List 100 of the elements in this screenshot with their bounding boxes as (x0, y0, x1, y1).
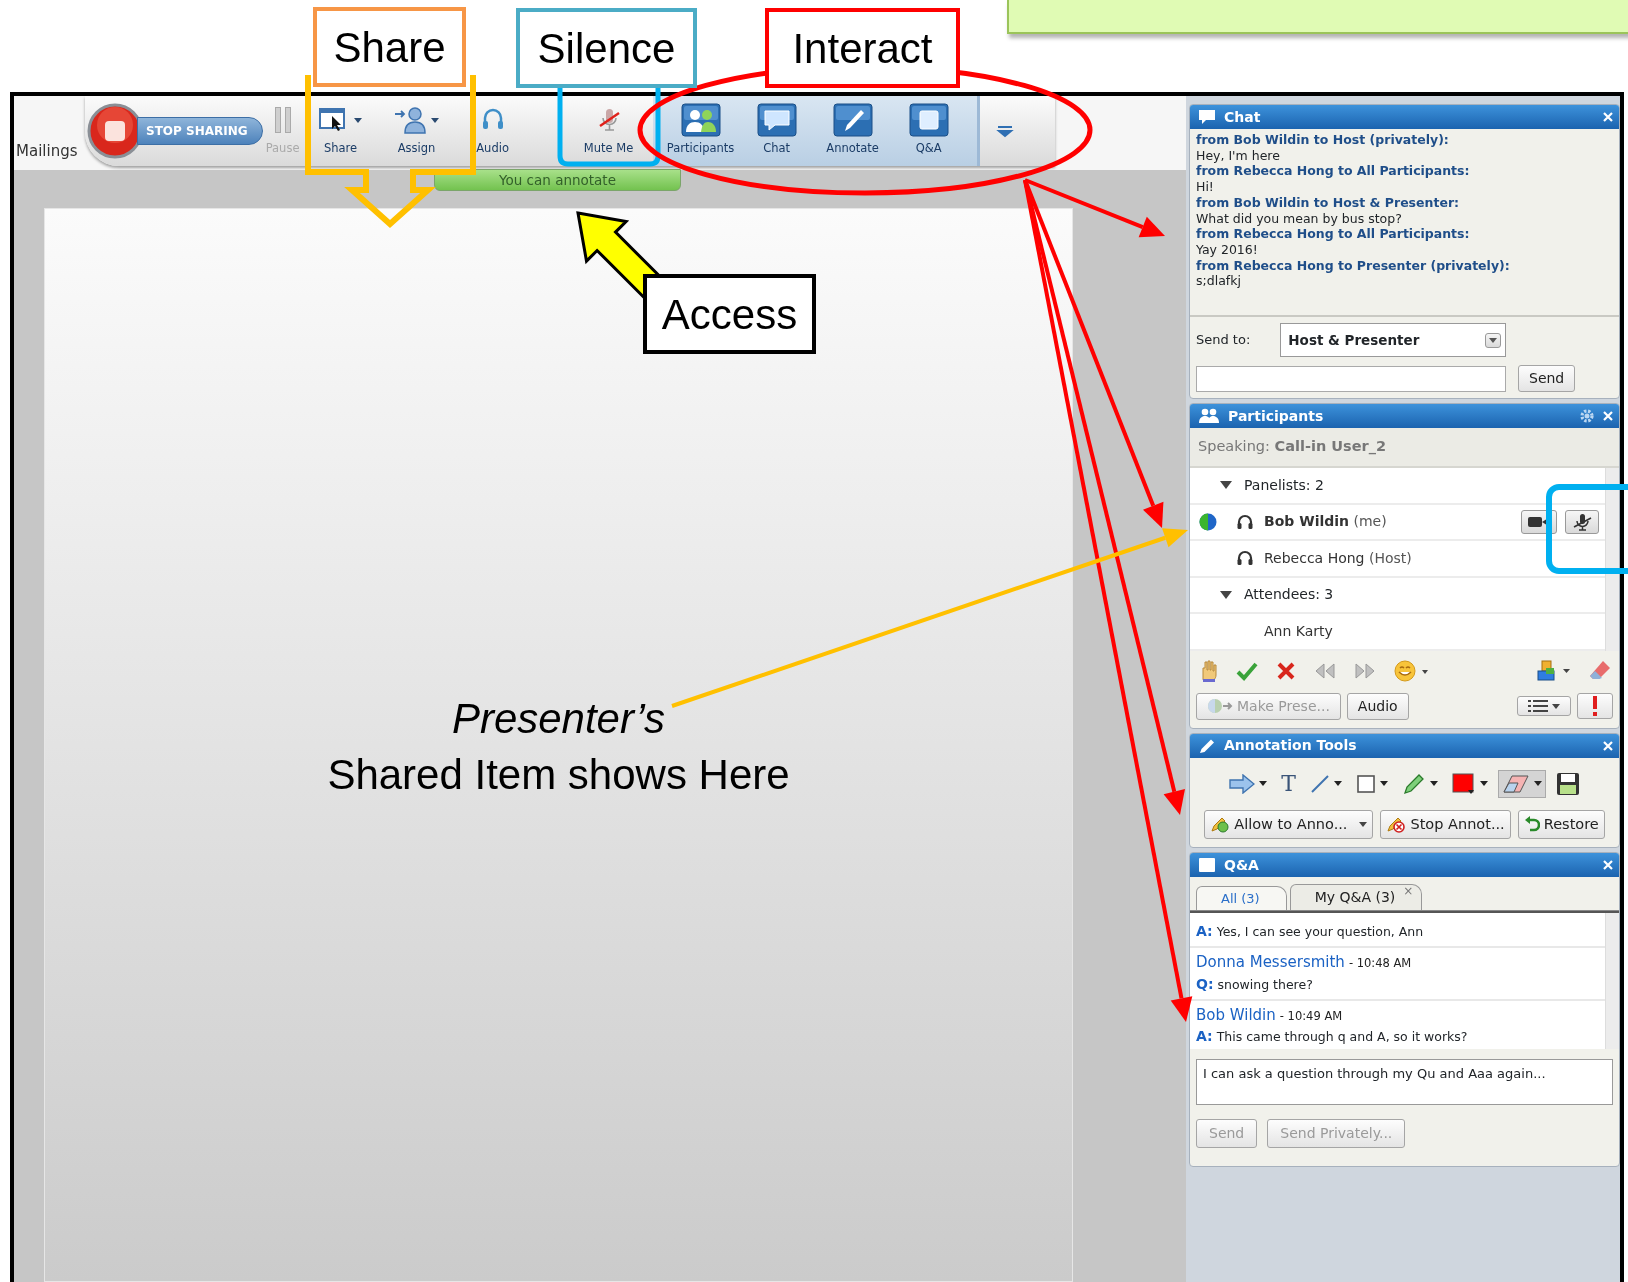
caption-title: Presenter’s (450, 694, 667, 744)
note-icon (1198, 857, 1216, 874)
list-button[interactable] (1517, 696, 1571, 716)
entry-type: A: (1196, 923, 1213, 940)
pen-icon (832, 103, 873, 138)
cross-icon[interactable] (1276, 660, 1296, 681)
send-button[interactable]: Send (1518, 365, 1576, 392)
chat-icon (1198, 109, 1216, 125)
toolbar-button[interactable]: Mute Me (570, 104, 647, 158)
alert-button[interactable] (1577, 693, 1613, 719)
callout-label: Share (313, 7, 466, 87)
question-field[interactable]: I can ask a question through my Qu and Aaa again... (1196, 1059, 1613, 1106)
check-icon[interactable] (1236, 660, 1258, 681)
annotation-tool[interactable]: T (1277, 768, 1300, 799)
close-icon[interactable] (1603, 411, 1613, 421)
close-icon[interactable] (1603, 112, 1613, 122)
mute-button[interactable] (1565, 509, 1599, 534)
microphone-icon (1572, 512, 1592, 531)
participant-name: Ann Karty (1264, 621, 1333, 641)
eraser-icon[interactable] (1589, 659, 1611, 682)
toolbar-button[interactable]: Chat (738, 104, 815, 158)
caret-icon (1379, 781, 1388, 786)
toolbar-button[interactable]: Share (302, 104, 379, 158)
caret-icon (1479, 781, 1488, 786)
message-sender: from Rebecca Hong to Presenter (privately): (1196, 257, 1511, 274)
action-button[interactable]: Audio (1346, 692, 1409, 720)
participant-name: Rebecca Hong (Host) (1264, 548, 1412, 568)
pen-icon (1198, 737, 1216, 754)
callout-label: Interact (765, 8, 960, 88)
annotation-button[interactable]: Stop Annot... (1380, 809, 1511, 840)
close-icon[interactable] (1603, 740, 1613, 751)
caret-icon (1259, 781, 1268, 786)
close-icon[interactable] (1603, 860, 1613, 871)
caret-icon (1359, 821, 1368, 827)
annotation-button[interactable]: Restore (1517, 809, 1605, 840)
people-icon (1198, 408, 1220, 424)
expand-icon[interactable] (1220, 481, 1232, 490)
expand-icon[interactable] (1220, 590, 1232, 599)
settings-icon[interactable] (1579, 408, 1595, 424)
eraser-icon (1501, 773, 1530, 794)
pencil-icon (1210, 815, 1231, 834)
entry-type: Q: (1196, 975, 1214, 992)
message-sender: from Bob Wildin to Host & Presenter: (1196, 194, 1461, 211)
square-icon (1355, 773, 1376, 794)
arrow-icon (1229, 773, 1256, 794)
message-text: Hi! (1196, 179, 1215, 195)
shapes-icon[interactable] (1537, 659, 1571, 682)
color-swatch-icon (1451, 772, 1476, 795)
toolbar-button[interactable]: Audio (454, 104, 531, 158)
scrollbar[interactable] (1605, 468, 1619, 651)
message-text: s;dlafkj (1196, 273, 1242, 290)
message-sender: from Rebecca Hong to All Participants: (1196, 226, 1471, 242)
caret-icon (1429, 781, 1438, 786)
speaking-status: Speaking: Call-in User_2 (1198, 437, 1386, 457)
recipient-dropdown[interactable]: Host & Presenter (1280, 323, 1507, 357)
caret-icon (1552, 703, 1560, 709)
entry-text: This came through q and A, so it works? (1216, 1029, 1468, 1045)
scrollbar[interactable] (1605, 913, 1619, 1050)
group-label: Attendees: 3 (1244, 585, 1334, 605)
caret-icon (1533, 781, 1542, 786)
message-text: What did you mean by bus stop? (1196, 210, 1403, 227)
callout-label: Access (643, 274, 816, 354)
participant-name: Bob Wildin (me) (1264, 512, 1387, 532)
line-icon (1309, 773, 1330, 794)
group-label: Panelists: 2 (1244, 475, 1324, 495)
field-label: Send to: (1196, 331, 1251, 350)
tab[interactable]: All (3) (1196, 885, 1287, 911)
notice-bar: You can annotate (434, 169, 681, 191)
entry-text: Yes, I can see your question, Ann (1216, 924, 1424, 940)
callout-label: Silence (516, 8, 697, 88)
timestamp: - 10:48 AM (1348, 956, 1412, 971)
people-icon (680, 103, 721, 138)
caret-icon (431, 117, 440, 123)
message-field[interactable] (1196, 365, 1506, 392)
entry-type: A: (1196, 1028, 1213, 1045)
toolbar-button[interactable]: Assign (378, 104, 455, 158)
smiley-icon[interactable] (1394, 659, 1428, 682)
toolbar-button[interactable]: Annotate (814, 104, 891, 158)
tab[interactable]: My Q&A (3) × (1289, 884, 1423, 911)
pencil-icon (1386, 815, 1407, 834)
caret-icon (1489, 337, 1498, 343)
overflow-icon[interactable] (995, 124, 1014, 138)
alert-icon (1592, 696, 1598, 716)
message-sender: from Bob Wildin to Host (privately): (1196, 132, 1450, 148)
caret-icon (1333, 781, 1342, 786)
close-button[interactable]: × (1403, 882, 1414, 901)
timestamp: - 10:49 AM (1279, 1008, 1343, 1023)
globe-icon (1207, 698, 1233, 714)
panel-title: Q&A (1224, 855, 1260, 875)
ribbon-tab[interactable]: Mailings (14, 139, 85, 170)
message-text: Yay 2016! (1196, 241, 1259, 258)
author-name: Donna Messersmith (1196, 953, 1345, 972)
panel-title: Participants (1228, 406, 1325, 426)
toolbar-button[interactable]: Participants (662, 104, 739, 158)
person-icon (394, 106, 429, 135)
list-icon (1528, 699, 1548, 713)
annotation-button[interactable]: Allow to Anno... (1204, 809, 1374, 840)
panel-title: Annotation Tools (1224, 736, 1358, 755)
toolbar-button[interactable]: Q&A (890, 104, 967, 158)
panel-title: Chat (1224, 107, 1262, 127)
